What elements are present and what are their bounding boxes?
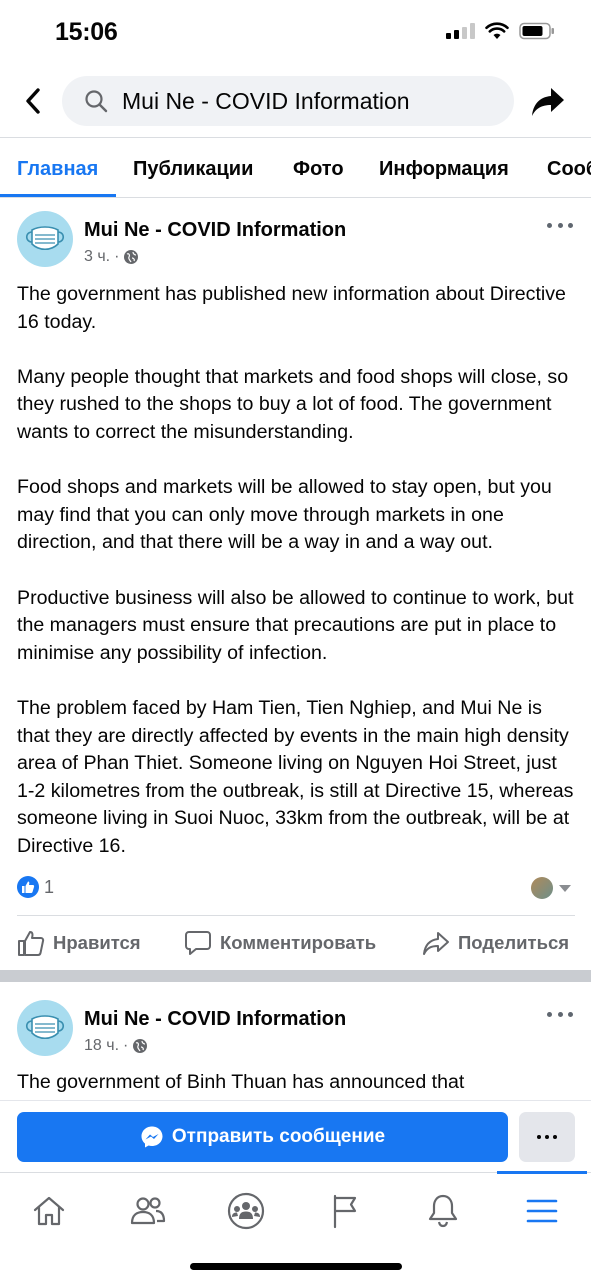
groups-icon xyxy=(227,1192,265,1230)
notifications-bell-icon xyxy=(428,1194,458,1228)
like-reaction-icon xyxy=(17,876,39,898)
meta-separator: · xyxy=(123,1037,129,1054)
post-separator xyxy=(0,970,591,982)
message-bar: Отправить сообщение xyxy=(0,1100,591,1172)
post-author[interactable]: Mui Ne - COVID Information xyxy=(84,1008,346,1031)
face-mask-icon xyxy=(25,1015,65,1040)
globe-icon xyxy=(124,250,139,264)
status-bar: 15:06 xyxy=(0,0,591,66)
caret-down-icon xyxy=(559,885,571,892)
share-icon xyxy=(423,932,449,955)
send-message-button[interactable]: Отправить сообщение xyxy=(17,1112,508,1162)
post-actions: Нравится Комментировать Поделиться xyxy=(0,917,591,971)
status-icons xyxy=(446,22,555,40)
reactor-avatar xyxy=(531,877,553,899)
tab-community[interactable]: Сооб xyxy=(547,158,591,181)
header-divider xyxy=(0,137,591,138)
like-label: Нравится xyxy=(53,932,141,953)
nav-menu[interactable] xyxy=(512,1189,572,1233)
post-time[interactable]: 18 ч. xyxy=(84,1037,119,1055)
page-tabs: Главная Публикации Фото Информация Сооб xyxy=(0,139,591,198)
tabs-divider xyxy=(0,197,591,198)
tab-info[interactable]: Информация xyxy=(379,158,509,181)
like-button[interactable]: Нравится xyxy=(17,929,141,957)
nav-notifications[interactable] xyxy=(413,1189,473,1233)
back-button[interactable] xyxy=(16,84,50,118)
post-options-button[interactable] xyxy=(547,1009,573,1019)
friends-icon xyxy=(130,1197,166,1225)
reactions-divider xyxy=(17,915,575,916)
chevron-left-icon xyxy=(26,88,40,114)
post-paragraph: Productive business will also be allowed… xyxy=(17,586,574,664)
share-arrow-icon xyxy=(532,88,564,116)
nav-home[interactable] xyxy=(19,1189,79,1233)
post-body: The government of Binh Thuan has announc… xyxy=(17,1069,577,1100)
nav-friends[interactable] xyxy=(118,1189,178,1233)
post-author[interactable]: Mui Ne - COVID Information xyxy=(84,219,346,242)
globe-icon xyxy=(133,1039,148,1053)
post-meta: 18 ч. · xyxy=(84,1037,148,1055)
wifi-icon xyxy=(485,22,509,39)
search-query: Mui Ne - COVID Information xyxy=(122,87,410,114)
search-icon xyxy=(85,90,108,113)
post-body: The government has published new informa… xyxy=(17,281,577,860)
thumbs-up-icon xyxy=(18,931,45,956)
nav-groups[interactable] xyxy=(216,1189,276,1233)
post-paragraph: The government of Binh Thuan has announc… xyxy=(17,1071,465,1093)
reactions-summary[interactable]: 1 xyxy=(17,874,575,904)
like-count: 1 xyxy=(44,877,55,897)
more-actions-button[interactable] xyxy=(519,1112,575,1162)
menu-icon xyxy=(526,1199,558,1223)
page-avatar[interactable] xyxy=(17,1000,73,1056)
share-post-button[interactable]: Поделиться xyxy=(422,929,569,957)
post-paragraph: Food shops and markets will be allowed t… xyxy=(17,476,552,554)
post-paragraph: The government has published new informa… xyxy=(17,283,566,333)
home-icon xyxy=(33,1196,65,1226)
active-nav-indicator xyxy=(497,1171,587,1174)
status-time: 15:06 xyxy=(55,18,118,46)
page-avatar[interactable] xyxy=(17,211,73,267)
home-indicator[interactable] xyxy=(190,1263,402,1270)
comment-label: Комментировать xyxy=(220,932,377,953)
share-button[interactable] xyxy=(528,82,568,122)
post-paragraph: Many people thought that markets and foo… xyxy=(17,365,569,443)
tab-home[interactable]: Главная xyxy=(17,158,98,181)
post-meta: 3 ч. · xyxy=(84,248,139,266)
share-label: Поделиться xyxy=(458,932,570,953)
send-message-label: Отправить сообщение xyxy=(171,1126,386,1147)
face-mask-icon xyxy=(25,226,65,251)
comment-button[interactable]: Комментировать xyxy=(184,929,376,957)
nav-pages[interactable] xyxy=(315,1189,375,1233)
comment-bubble-icon xyxy=(185,931,211,955)
post-time[interactable]: 3 ч. xyxy=(84,248,110,266)
search-header: Mui Ne - COVID Information xyxy=(0,66,591,138)
post-paragraph: The problem faced by Ham Tien, Tien Nghi… xyxy=(17,696,574,857)
tab-photos[interactable]: Фото xyxy=(293,158,344,181)
pages-flag-icon xyxy=(333,1194,357,1229)
post-options-button[interactable] xyxy=(547,220,573,230)
battery-icon xyxy=(519,22,554,40)
search-input[interactable]: Mui Ne - COVID Information xyxy=(62,76,514,126)
tab-posts[interactable]: Публикации xyxy=(133,158,253,181)
messenger-icon xyxy=(141,1126,163,1148)
meta-separator: · xyxy=(114,248,120,265)
bottom-nav xyxy=(0,1171,591,1280)
cellular-signal-icon xyxy=(446,23,475,39)
